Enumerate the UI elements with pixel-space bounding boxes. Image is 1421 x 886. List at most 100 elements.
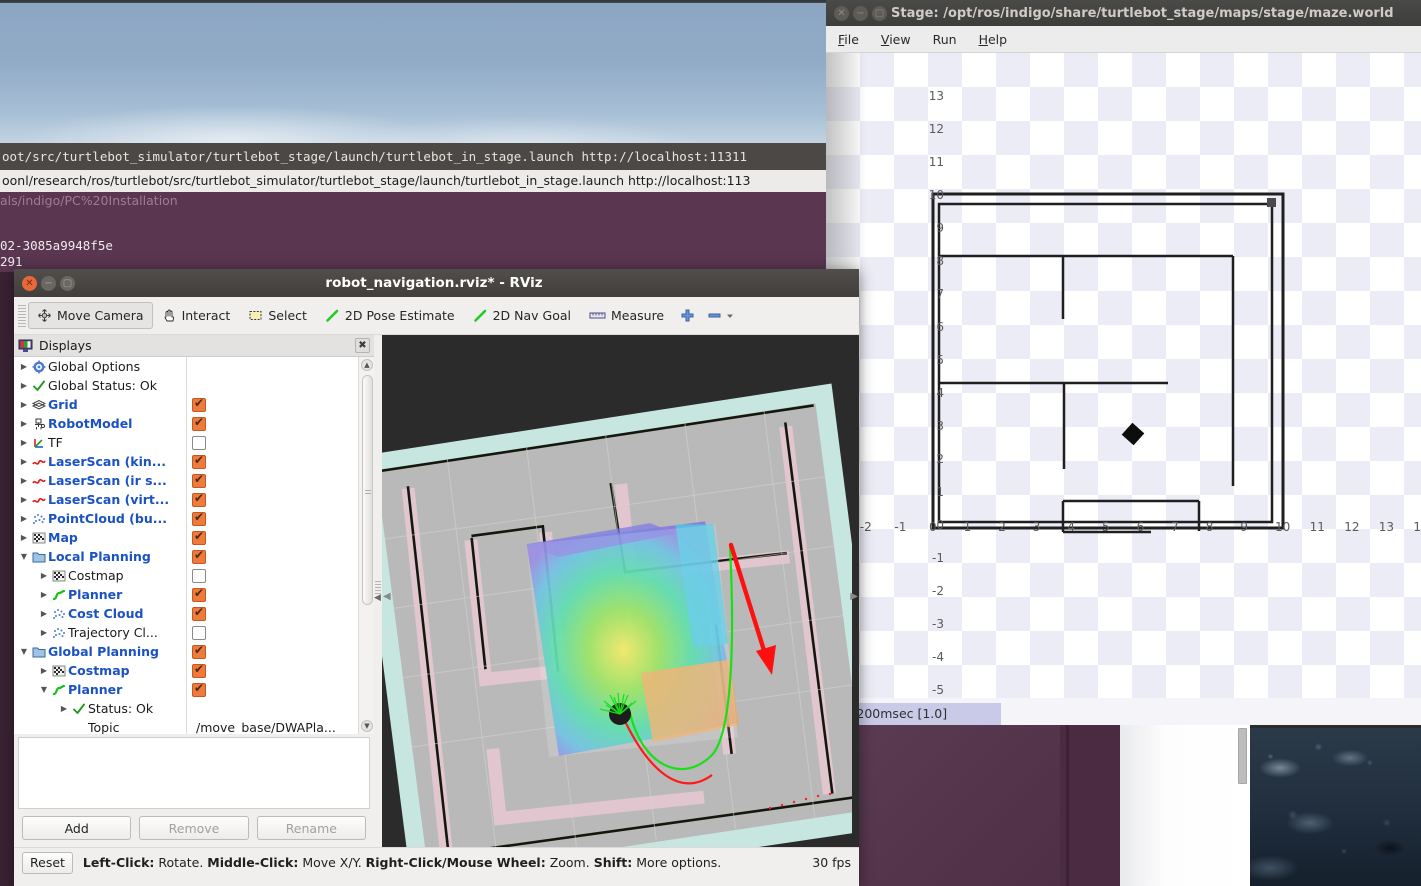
tree-item-global-status-ok[interactable]: ▶ Global Status: Ok — [14, 376, 358, 395]
tool-measure[interactable]: Measure — [580, 302, 673, 329]
reset-button[interactable]: Reset — [22, 851, 73, 874]
screen: oot/src/turtlebot_simulator/turtlebot_st… — [0, 0, 1421, 886]
expand-triangle-icon[interactable]: ▶ — [18, 381, 30, 390]
tree-item-laserscan-kin[interactable]: ▶ LaserScan (kin... — [14, 452, 358, 471]
tree-item-costmap[interactable]: ▶ Costmap — [14, 566, 358, 585]
expand-triangle-icon[interactable]: ▶ — [18, 476, 30, 485]
stage-x-tick-9: 9 — [1240, 520, 1249, 534]
expand-triangle-icon[interactable]: ▶ — [38, 590, 50, 599]
tree-item-global-planning[interactable]: ▼ Global Planning — [14, 642, 358, 661]
tool-interact[interactable]: Interact — [153, 302, 240, 329]
expand-triangle-icon[interactable]: ▶ — [18, 419, 30, 428]
rviz-close-icon[interactable]: ✕ — [22, 275, 37, 291]
tree-item-checkbox[interactable] — [192, 453, 206, 469]
stage-titlebar[interactable]: ✕ − ▢ Stage: /opt/ros/indigo/share/turtl… — [826, 0, 1421, 26]
expand-triangle-icon[interactable]: ▶ — [38, 571, 50, 580]
remove-button[interactable]: Remove — [139, 816, 249, 840]
scroll-up-icon[interactable]: ▲ — [361, 359, 373, 371]
collapse-triangle-icon[interactable]: ▼ — [18, 552, 30, 561]
expand-triangle-icon[interactable]: ▶ — [18, 495, 30, 504]
splitter-collapse-left-icon[interactable]: ◀ — [374, 593, 381, 603]
tree-item-checkbox[interactable] — [192, 625, 206, 640]
stage-menu-run[interactable]: Run — [933, 32, 957, 47]
tree-item-checkbox[interactable] — [192, 529, 206, 545]
tree-item-planner[interactable]: ▼ Planner — [14, 680, 358, 699]
tree-item-checkbox[interactable] — [192, 472, 206, 488]
tree-item-pointcloud-bu[interactable]: ▶ PointCloud (bu... — [14, 509, 358, 528]
toolbar-grip[interactable] — [18, 304, 26, 327]
displays-scrollbar[interactable]: ▲ ▼ — [358, 357, 374, 734]
expand-triangle-icon[interactable]: ▶ — [38, 666, 50, 675]
expand-triangle-icon[interactable]: ▶ — [18, 362, 30, 371]
rviz-maximize-icon[interactable]: ▢ — [60, 275, 75, 291]
stage-maximize-icon[interactable]: ▢ — [872, 5, 887, 21]
expand-triangle-icon[interactable]: ▶ — [18, 533, 30, 542]
view-collapse-right-icon[interactable]: ▶ — [850, 591, 858, 602]
tree-item-checkbox[interactable] — [192, 435, 206, 450]
tree-item-robotmodel[interactable]: ▶ RobotModel — [14, 414, 358, 433]
hint-segment-4: Right-Click/Mouse Wheel: — [365, 855, 546, 870]
tree-item-planner[interactable]: ▶ Planner — [14, 585, 358, 604]
tool-2d-nav-goal[interactable]: 2D Nav Goal — [464, 302, 580, 329]
tool-add-panel[interactable] — [673, 302, 702, 329]
displays-tree[interactable]: ▶ Global Options ▶ Global Status: Ok ▶ Grid ▶ R… — [14, 357, 358, 734]
tool-move-camera[interactable]: Move Camera — [28, 302, 153, 329]
expand-triangle-icon[interactable]: ▶ — [18, 514, 30, 523]
rviz-3d-view[interactable]: ◀ ▶ — [382, 335, 859, 847]
expand-triangle-icon[interactable]: ▶ — [38, 609, 50, 618]
expand-triangle-icon[interactable]: ▶ — [18, 438, 30, 447]
collapse-triangle-icon[interactable]: ▼ — [38, 685, 50, 694]
tree-item-checkbox[interactable] — [192, 662, 206, 678]
tree-item-tf[interactable]: ▶ TF — [14, 433, 358, 452]
laserscan-icon — [30, 493, 48, 507]
panel-splitter[interactable]: ◀ — [374, 335, 382, 847]
tree-item-checkbox[interactable] — [192, 643, 206, 659]
stage-menu-help[interactable]: Help — [979, 32, 1008, 47]
stage-minimize-icon[interactable]: − — [853, 5, 868, 21]
tree-item-checkbox[interactable] — [192, 586, 206, 602]
chevron-down-icon[interactable] — [725, 311, 735, 321]
tree-item-checkbox[interactable] — [192, 548, 206, 564]
expand-triangle-icon[interactable]: ▶ — [58, 704, 70, 713]
tree-item-checkbox[interactable] — [192, 510, 206, 526]
rename-button[interactable]: Rename — [256, 816, 366, 840]
stage-menu-view[interactable]: View — [881, 32, 911, 47]
tree-item-map[interactable]: ▶ Map — [14, 528, 358, 547]
tree-item-local-planning[interactable]: ▼ Local Planning — [14, 547, 358, 566]
pointcloud-icon — [50, 626, 68, 640]
tree-item-status-ok[interactable]: ▶ Status: Ok — [14, 699, 358, 718]
view-collapse-left-icon[interactable]: ◀ — [383, 591, 391, 602]
tree-item-checkbox[interactable] — [192, 681, 206, 697]
collapse-triangle-icon[interactable]: ▼ — [18, 647, 30, 656]
tree-item-laserscan-virt[interactable]: ▶ LaserScan (virt... — [14, 490, 358, 509]
stage-menu-file[interactable]: File — [838, 32, 859, 47]
tree-item-topic[interactable]: Topic/move_base/DWAPla... — [14, 718, 358, 734]
expand-triangle-icon[interactable]: ▶ — [18, 457, 30, 466]
tree-item-grid[interactable]: ▶ Grid — [14, 395, 358, 414]
add-button[interactable]: Add — [22, 816, 132, 840]
tree-item-checkbox[interactable] — [192, 568, 206, 583]
stage-canvas[interactable]: -2-1012345678910111213141312111098765432… — [826, 53, 1421, 698]
expand-triangle-icon[interactable]: ▶ — [38, 628, 50, 637]
tree-item-costmap[interactable]: ▶ Costmap — [14, 661, 358, 680]
scroll-down-icon[interactable]: ▼ — [361, 720, 373, 732]
tree-item-checkbox[interactable] — [192, 491, 206, 507]
tree-item-checkbox[interactable] — [192, 396, 206, 412]
tree-item-laserscan-ir-s[interactable]: ▶ LaserScan (ir s... — [14, 471, 358, 490]
displays-close-icon[interactable]: ✖ — [355, 338, 370, 353]
background-window-scrollbar[interactable] — [1238, 728, 1247, 784]
tree-item-cost-cloud[interactable]: ▶ Cost Cloud — [14, 604, 358, 623]
tree-item-global-options[interactable]: ▶ Global Options — [14, 357, 358, 376]
stage-close-icon[interactable]: ✕ — [834, 5, 849, 21]
rviz-minimize-icon[interactable]: − — [41, 275, 56, 291]
rviz-titlebar[interactable]: ✕ − ▢ robot_navigation.rviz* - RViz — [14, 269, 859, 297]
tool-select[interactable]: Select — [239, 302, 316, 329]
tool-remove-panel[interactable] — [702, 302, 740, 329]
pointcloud-icon — [30, 512, 48, 526]
expand-triangle-icon[interactable]: ▶ — [18, 400, 30, 409]
tree-item-checkbox[interactable] — [192, 415, 206, 431]
scroll-thumb[interactable] — [362, 375, 373, 605]
tree-item-checkbox[interactable] — [192, 605, 206, 621]
tool-2d-pose-estimate[interactable]: 2D Pose Estimate — [316, 302, 464, 329]
tree-item-trajectory-cl[interactable]: ▶ Trajectory Cl... — [14, 623, 358, 642]
